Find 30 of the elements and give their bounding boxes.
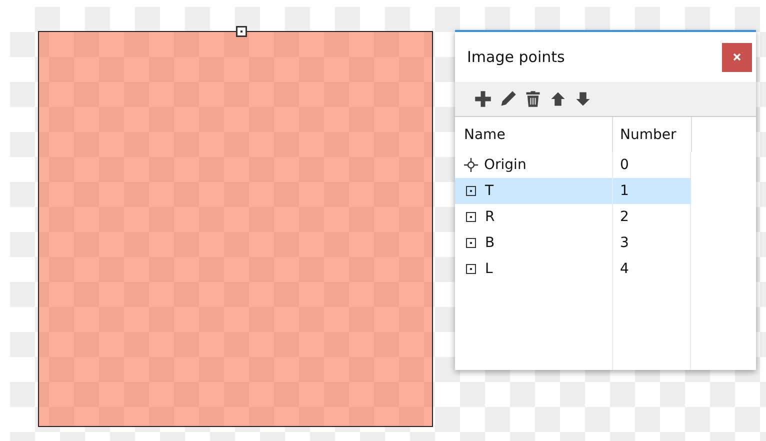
point-icon — [466, 212, 476, 222]
point-number: 4 — [620, 261, 629, 277]
crosshair-icon — [464, 158, 478, 172]
column-header[interactable]: Name — [455, 117, 612, 152]
column-header[interactable]: Number — [612, 117, 691, 152]
pencil-icon[interactable] — [499, 90, 517, 108]
table-row[interactable]: L 4 — [455, 256, 691, 282]
table-row[interactable]: T 1 — [455, 178, 691, 204]
point-number: 3 — [620, 235, 629, 251]
panel-title: Image points — [467, 48, 565, 66]
table-row[interactable]: R 2 — [455, 204, 691, 230]
up-arrow-icon[interactable] — [549, 90, 567, 108]
point-icon — [466, 186, 476, 196]
close-button[interactable] — [722, 42, 752, 72]
point-name: B — [485, 235, 495, 251]
point-number: 2 — [620, 209, 629, 225]
point-icon — [466, 264, 476, 274]
trash-icon[interactable] — [524, 90, 542, 108]
add-icon[interactable] — [474, 90, 492, 108]
table-row[interactable]: B 3 — [455, 230, 691, 256]
point-name: R — [485, 209, 495, 225]
point-name: Origin — [484, 157, 526, 173]
point-number: 1 — [620, 183, 629, 199]
point-marker-icon — [236, 26, 247, 37]
point-name: T — [485, 183, 494, 199]
down-arrow-icon[interactable] — [574, 90, 592, 108]
point-name: L — [485, 261, 493, 277]
point-number: 0 — [620, 157, 629, 173]
point-icon — [466, 238, 476, 248]
close-icon — [733, 53, 741, 61]
